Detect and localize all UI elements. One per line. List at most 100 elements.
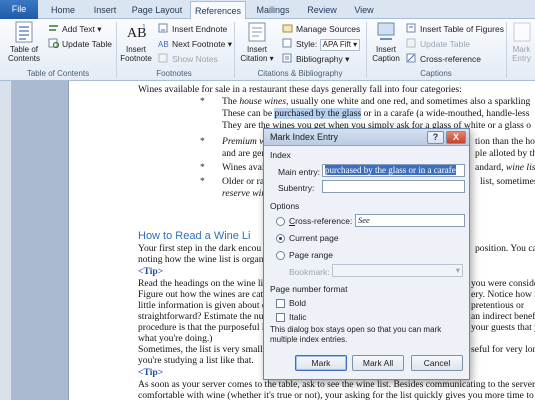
next-footnote-icon: AB: [158, 38, 169, 49]
tab-insert[interactable]: Insert: [86, 1, 124, 19]
update-table-figures-label: Update Table: [420, 39, 470, 49]
main-entry-input[interactable]: purchased by the glass or in a carafe: [322, 164, 465, 177]
mark-entry-icon: [510, 21, 534, 43]
group-separator: [116, 22, 117, 78]
update-table-button[interactable]: Update Table: [48, 38, 112, 51]
insert-table-of-figures-button[interactable]: Insert Table of Figures: [406, 23, 504, 36]
doc-para3: Sometimes, the list is very small,: [138, 344, 266, 355]
doc-para1-line2: noting how the wine list is organ: [138, 254, 264, 265]
bullet-marker: *: [200, 162, 205, 173]
doc-para4: As soon as your server comes to the tabl…: [138, 379, 535, 390]
tab-mailings[interactable]: Mailings: [250, 1, 296, 19]
manage-sources-label: Manage Sources: [296, 24, 361, 34]
insert-footnote-button[interactable]: AB 1 Insert Footnote: [119, 21, 153, 63]
help-button[interactable]: ?: [427, 131, 444, 144]
doc-para3-right: seful for very long: [471, 344, 535, 355]
style-dropdown[interactable]: APA Fift ▾: [319, 39, 361, 51]
table-of-contents-label: Table of Contents: [7, 45, 41, 63]
cross-reference-label: Cross-reference: [420, 54, 481, 64]
tab-home[interactable]: Home: [44, 1, 82, 19]
doc-para4-line2: comfortable with wine (whether it's true…: [138, 390, 534, 400]
insert-citation-label: Insert Citation: [240, 45, 268, 63]
table-of-figures-icon: [406, 23, 417, 33]
mark-all-button[interactable]: Mark All: [352, 355, 404, 371]
ribbon-tab-bar: File Home Insert Page Layout References …: [0, 0, 535, 20]
table-of-contents-button[interactable]: Table of Contents: [2, 21, 46, 63]
current-page-label: Current page: [289, 233, 339, 243]
doc-bullet-1-line2: These can be purchased by the glass or i…: [222, 108, 530, 119]
group-separator: [366, 22, 367, 78]
add-text-icon: [48, 23, 59, 33]
doc-para2: little information is given about e: [138, 300, 267, 311]
insert-citation-button[interactable]: Insert Citation ▾: [237, 21, 277, 63]
bookmark-label: Bookmark:: [289, 267, 330, 277]
style-value: APA Fift: [322, 40, 351, 49]
main-entry-value-rest: or in a carafe: [406, 165, 456, 175]
doc-bullet-1: The house wines, usually one white and o…: [222, 96, 531, 107]
subentry-input[interactable]: [322, 180, 465, 193]
add-text-button[interactable]: Add Text ▾: [48, 23, 102, 36]
cancel-button[interactable]: Cancel: [411, 355, 463, 371]
doc-para2: straightforward? Estimate the nu: [138, 311, 264, 322]
svg-text:1: 1: [142, 24, 146, 31]
doc-para1: Your first step in the dark encou: [138, 243, 262, 254]
show-notes-button[interactable]: Show Notes: [158, 53, 218, 66]
mark-button[interactable]: Mark: [295, 355, 347, 371]
doc-para2-right: an indirect benefit: [471, 311, 535, 322]
next-footnote-label: Next Footnote: [172, 39, 226, 49]
doc-tip: <Tip>: [138, 367, 164, 378]
bibliography-icon: [282, 53, 293, 63]
tab-page-layout[interactable]: Page Layout: [128, 1, 186, 19]
style-icon: [282, 38, 293, 48]
tab-view[interactable]: View: [348, 1, 380, 19]
style-label: Style:: [296, 39, 318, 49]
group-separator: [234, 22, 235, 78]
mark-entry-button[interactable]: Mark Entry: [508, 21, 535, 63]
insert-endnote-button[interactable]: Insert Endnote: [158, 23, 227, 36]
page-range-radio[interactable]: [276, 251, 285, 260]
group-separator: [506, 22, 507, 78]
bullet-marker: *: [200, 136, 205, 147]
cross-reference-icon: [406, 53, 417, 63]
doc-bullet-2-line2-right: ple alloted by the b: [475, 148, 535, 159]
manage-sources-button[interactable]: Manage Sources: [282, 23, 360, 36]
insert-caption-icon: [374, 21, 398, 43]
tab-file[interactable]: File: [0, 0, 38, 19]
style-selector[interactable]: Style: APA Fift ▾: [282, 38, 361, 51]
insert-footnote-label: Insert Footnote: [120, 45, 152, 63]
insert-endnote-icon: [158, 23, 169, 33]
bibliography-button[interactable]: Bibliography ▾: [282, 53, 349, 66]
close-button[interactable]: X: [446, 131, 466, 144]
bold-label: Bold: [289, 298, 307, 308]
italic-checkbox[interactable]: [276, 313, 285, 322]
insert-caption-button[interactable]: Insert Caption: [368, 21, 404, 63]
doc-para2: what you're doing.): [138, 333, 213, 344]
cross-reference-radio[interactable]: [276, 217, 285, 226]
dialog-title-bar[interactable]: Mark Index Entry ? X: [264, 129, 469, 146]
doc-para2: procedure is that the purposeful l: [138, 322, 265, 333]
bookmark-dropdown[interactable]: ▾: [332, 264, 463, 277]
next-footnote-button[interactable]: AB Next Footnote ▾: [158, 38, 232, 51]
dialog-title: Mark Index Entry: [270, 132, 339, 142]
cross-reference-button[interactable]: Cross-reference: [406, 53, 481, 66]
doc-heading: How to Read a Wine Li: [138, 230, 251, 242]
main-entry-label: Main entry:: [278, 167, 321, 177]
bullet-marker: *: [200, 96, 205, 107]
tab-review[interactable]: Review: [302, 1, 342, 19]
group-label-footnotes: Footnotes: [156, 69, 192, 78]
page-range-label: Page range: [289, 250, 333, 260]
update-table-figures-icon: [406, 38, 417, 48]
cross-reference-input[interactable]: See: [355, 214, 465, 227]
bold-checkbox[interactable]: [276, 299, 285, 308]
tab-references[interactable]: References: [190, 1, 246, 20]
doc-para2-right: ery. Notice how m: [471, 289, 535, 300]
svg-text:AB: AB: [158, 40, 169, 48]
selected-text: purchased by the glass: [274, 108, 362, 119]
current-page-radio[interactable]: [276, 234, 285, 243]
cross-reference-label: Cross-reference:: [289, 216, 353, 226]
group-label-toc: Table of Contents: [26, 69, 90, 78]
update-table-figures-button[interactable]: Update Table: [406, 38, 470, 51]
doc-para2-right: pretentious or: [471, 300, 525, 311]
show-notes-label: Show Notes: [172, 54, 218, 64]
manage-sources-icon: [282, 23, 293, 33]
